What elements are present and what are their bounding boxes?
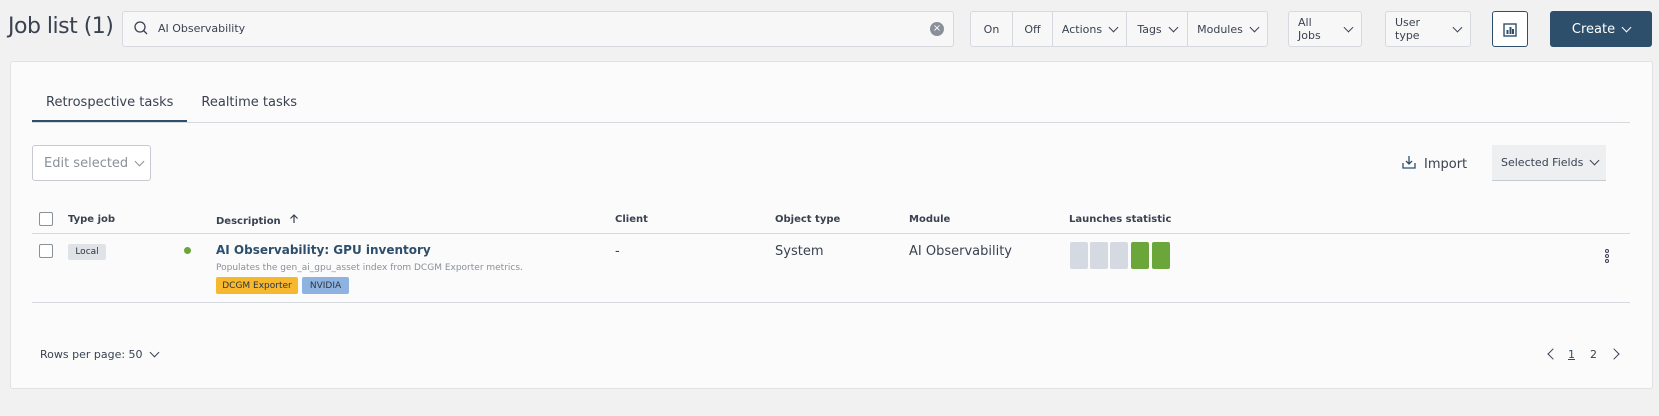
chevron-down-icon <box>1621 22 1632 32</box>
chart-icon <box>1503 22 1517 41</box>
clear-search-icon[interactable]: × <box>930 22 944 36</box>
launch-status-none[interactable] <box>1070 242 1088 269</box>
job-actions-group: On Off Actions Tags Modules <box>970 11 1268 47</box>
select-all-checkbox[interactable] <box>39 212 53 226</box>
search-input[interactable]: AI Observability × <box>122 11 954 47</box>
page-2-link[interactable]: 2 <box>1590 348 1597 361</box>
launch-status-none[interactable] <box>1090 242 1108 269</box>
status-active-dot <box>184 247 191 254</box>
tab-realtime[interactable]: Realtime tasks <box>187 88 311 122</box>
all-jobs-label: All Jobs <box>1298 16 1321 42</box>
type-badge: Local <box>68 244 106 260</box>
modules-dropdown[interactable]: Modules <box>1188 12 1267 46</box>
row-divider <box>32 302 1630 303</box>
tabs: Retrospective tasks Realtime tasks <box>32 88 311 122</box>
chevron-down-icon <box>1589 155 1600 166</box>
sort-ascending-icon <box>289 214 299 227</box>
tags-label: Tags <box>1137 22 1162 36</box>
selected-fields-dropdown[interactable]: Selected Fields <box>1492 145 1606 181</box>
tag-nvidia[interactable]: NVIDIA <box>302 277 349 294</box>
module-value: AI Observability <box>909 244 1012 259</box>
import-icon <box>1402 155 1416 173</box>
user-type-label: User type <box>1395 16 1421 42</box>
tags-dropdown[interactable]: Tags <box>1127 12 1188 46</box>
create-button[interactable]: Create <box>1550 11 1652 47</box>
job-title-link[interactable]: AI Observability: GPU inventory <box>216 243 431 257</box>
launch-status-success[interactable] <box>1152 242 1170 269</box>
chevron-down-icon <box>1168 22 1179 32</box>
job-description: Populates the gen_ai_gpu_asset index fro… <box>216 263 523 273</box>
description-header-label: Description <box>216 216 281 227</box>
selected-fields-label: Selected Fields <box>1501 156 1584 169</box>
tag-dcgm-exporter[interactable]: DCGM Exporter <box>216 277 298 294</box>
column-header-client[interactable]: Client <box>615 214 648 225</box>
launch-status-none[interactable] <box>1110 242 1128 269</box>
user-type-dropdown[interactable]: User type <box>1385 11 1471 47</box>
search-icon <box>133 20 149 40</box>
page-title: Job list (1) <box>8 14 114 39</box>
tabs-divider <box>32 122 1630 123</box>
modules-label: Modules <box>1197 22 1243 36</box>
chevron-down-icon <box>149 347 159 358</box>
import-label: Import <box>1424 156 1468 172</box>
edit-selected-label: Edit selected <box>44 155 129 171</box>
more-options-icon[interactable] <box>1605 249 1609 264</box>
rows-per-page-label: Rows per page: 50 <box>40 348 143 361</box>
client-value: - <box>615 244 620 259</box>
launch-status-success[interactable] <box>1131 242 1149 269</box>
all-jobs-dropdown[interactable]: All Jobs <box>1288 11 1362 47</box>
off-button[interactable]: Off <box>1013 12 1053 46</box>
create-label: Create <box>1571 21 1616 37</box>
column-header-type-job[interactable]: Type job <box>68 214 115 225</box>
chevron-down-icon <box>1249 22 1260 32</box>
chevron-down-icon <box>1452 22 1463 32</box>
actions-dropdown[interactable]: Actions <box>1053 12 1127 46</box>
column-header-object-type[interactable]: Object type <box>775 214 840 225</box>
column-header-launches-statistic[interactable]: Launches statistic <box>1069 214 1171 225</box>
edit-selected-dropdown[interactable]: Edit selected <box>32 145 151 181</box>
column-header-description[interactable]: Description <box>216 214 299 227</box>
column-header-module[interactable]: Module <box>909 214 950 225</box>
chevron-down-icon <box>1343 22 1354 32</box>
chevron-down-icon <box>1108 22 1119 32</box>
rows-per-page-dropdown[interactable]: Rows per page: 50 <box>40 347 159 361</box>
chevron-down-icon <box>134 156 145 166</box>
search-value: AI Observability <box>158 22 246 35</box>
on-button[interactable]: On <box>971 12 1013 46</box>
header-divider <box>32 233 1630 234</box>
object-type-value: System <box>775 244 824 259</box>
row-checkbox[interactable] <box>39 244 53 258</box>
statistics-button[interactable] <box>1492 11 1528 47</box>
import-button[interactable]: Import <box>1402 155 1467 173</box>
actions-label: Actions <box>1061 22 1103 36</box>
tab-retrospective[interactable]: Retrospective tasks <box>32 88 188 122</box>
page-1-link[interactable]: 1 <box>1568 348 1575 361</box>
